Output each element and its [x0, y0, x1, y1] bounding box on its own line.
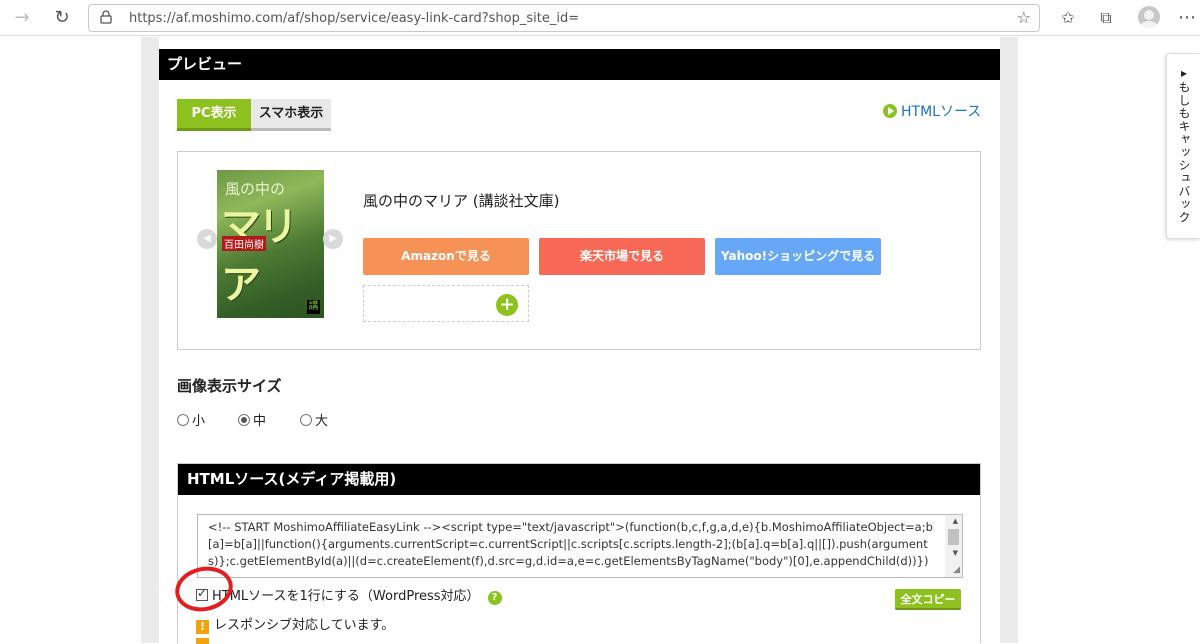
tab-smartphone-view[interactable]: スマホ表示 [251, 99, 331, 131]
exclamation-icon: ! [196, 620, 209, 634]
responsive-note: ! レスポンシブ対応しています。 [196, 614, 394, 634]
help-question-icon[interactable]: ? [487, 591, 502, 605]
url-text: https://af.moshimo.com/af/shop/service/e… [129, 11, 580, 26]
next-note-icon [196, 638, 209, 644]
main-content: プレビュー PC表示 スマホ表示 HTMLソース 風の中の マリア 百田尚樹 講… [159, 37, 1000, 644]
preview-heading: プレビュー [159, 49, 1000, 80]
radio-size-small-label: 小 [192, 414, 206, 429]
scrollbar-thumb[interactable] [948, 529, 959, 545]
book-title[interactable]: 風の中のマリア (講談社文庫) [363, 190, 559, 211]
image-size-heading: 画像表示サイズ [177, 377, 282, 395]
radio-size-large-label: 大 [315, 414, 329, 429]
cashback-side-tab-label: ▸もしもキャッシュバック [1177, 66, 1191, 224]
prev-image-arrow-icon[interactable]: ◀ [197, 229, 217, 249]
right-gutter [1000, 37, 1018, 643]
next-image-arrow-icon[interactable]: ▶ [323, 229, 343, 249]
html-source-textarea[interactable]: <!-- START MoshimoAffiliateEasyLink --><… [197, 514, 963, 578]
play-circle-icon [883, 104, 897, 118]
html-source-link-label: HTMLソース [901, 104, 982, 120]
plus-icon[interactable]: + [496, 294, 518, 316]
yahoo-shopping-button[interactable]: Yahoo!ショッピングで見る [715, 238, 881, 275]
radio-circle-icon[interactable] [177, 414, 189, 426]
one-line-label: HTMLソースを1行にする（WordPress対応） [212, 589, 480, 604]
html-source-link[interactable]: HTMLソース [883, 101, 981, 121]
html-source-code[interactable]: <!-- START MoshimoAffiliateEasyLink --><… [208, 519, 944, 570]
favorites-icon[interactable]: ✩ [1056, 6, 1080, 30]
favorite-star-icon[interactable]: ☆ [1017, 8, 1031, 27]
book-cover-image[interactable]: 風の中の マリア 百田尚樹 講 [217, 170, 324, 318]
link-card-preview: 風の中の マリア 百田尚樹 講 ◀ ▶ 風の中のマリア (講談社文庫) Amaz… [177, 151, 981, 350]
amazon-button[interactable]: Amazonで見る [363, 238, 529, 275]
add-link-slot[interactable]: + [363, 285, 529, 322]
cover-author: 百田尚樹 [222, 236, 266, 251]
one-line-option[interactable]: HTMLソースを1行にする（WordPress対応）? [196, 585, 502, 605]
profile-avatar[interactable] [1138, 6, 1160, 28]
lock-icon [100, 10, 112, 24]
reload-icon[interactable]: ↻ [50, 6, 74, 30]
left-gutter [141, 37, 159, 643]
browser-toolbar: → ↻ https://af.moshimo.com/af/shop/servi… [0, 0, 1200, 36]
radio-size-large[interactable]: 大 [300, 410, 328, 429]
publisher-logo-icon: 講 [307, 300, 320, 314]
radio-size-medium-label: 中 [253, 414, 267, 429]
cashback-side-tab[interactable]: ▸もしもキャッシュバック [1166, 53, 1200, 239]
scroll-up-icon[interactable]: ▲ [953, 517, 958, 525]
cover-title-big: マリア [221, 203, 298, 308]
resize-grip-icon[interactable]: ◢ [953, 565, 960, 575]
html-source-heading: HTMLソース(メディア掲載用) [178, 464, 980, 495]
rakuten-button[interactable]: 楽天市場で見る [539, 238, 705, 275]
collections-icon[interactable]: ⧉ [1094, 6, 1118, 30]
html-source-panel: HTMLソース(メディア掲載用) <!-- START MoshimoAffil… [177, 463, 981, 644]
back-arrow-icon[interactable]: → [10, 6, 34, 30]
copy-all-button[interactable]: 全文コピー [895, 589, 961, 610]
radio-size-small[interactable]: 小 [177, 410, 205, 429]
radio-circle-icon[interactable] [300, 414, 312, 426]
scroll-down-icon[interactable]: ▼ [953, 549, 958, 557]
radio-size-medium[interactable]: 中 [238, 410, 266, 429]
more-menu-icon[interactable]: ⋯ [1178, 6, 1196, 30]
radio-circle-checked-icon[interactable] [238, 414, 250, 426]
responsive-note-text: レスポンシブ対応しています。 [214, 618, 395, 633]
address-bar[interactable]: https://af.moshimo.com/af/shop/service/e… [88, 4, 1040, 32]
tab-pc-view[interactable]: PC表示 [177, 99, 251, 131]
